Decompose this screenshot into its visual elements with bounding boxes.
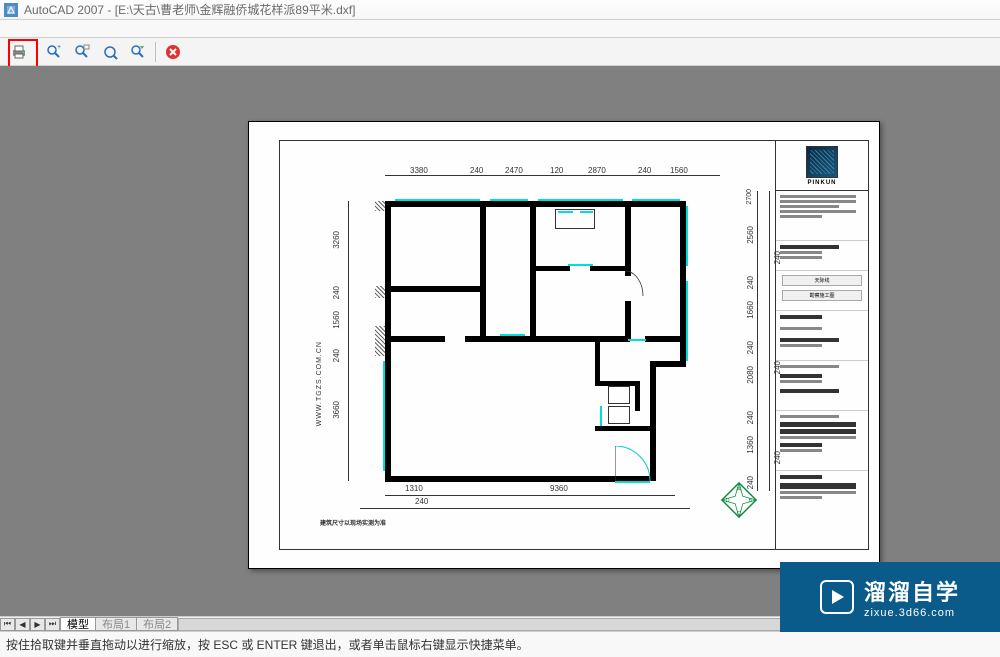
drawing-frame: PINKUN 天际线 勘察施工图 [279, 140, 869, 550]
tb-field: 天际线 [782, 275, 862, 286]
dim-text: 240 [638, 166, 651, 175]
dim-text: 240 [773, 361, 782, 374]
dim-text: 9360 [550, 484, 568, 493]
dim-text: 3660 [332, 401, 341, 419]
app-title: AutoCAD 2007 - [E:\天古\曹老师\金辉融侨城花样派89平米.d… [24, 1, 355, 18]
tb-field: 勘察施工图 [782, 290, 862, 301]
compass-icon: A B C D [720, 481, 758, 519]
logo-text: PINKUN [807, 180, 836, 186]
workspace[interactable]: PINKUN 天际线 勘察施工图 [0, 66, 1000, 616]
logo-image [806, 146, 838, 178]
logo-box: PINKUN [776, 141, 868, 191]
dim-text: 2700 [746, 189, 753, 205]
svg-text:+: + [57, 44, 61, 51]
drawing-paper: PINKUN 天际线 勘察施工图 [248, 121, 880, 569]
svg-text:D: D [726, 498, 730, 504]
dim-text: 240 [332, 286, 341, 299]
dim-text: 240 [415, 497, 428, 506]
dim-text: 240 [746, 341, 755, 354]
svg-text:A: A [737, 487, 741, 493]
tab-layout1[interactable]: 布局1 [95, 617, 137, 631]
dim-text: 1310 [405, 484, 423, 493]
menubar [0, 20, 1000, 38]
status-hint: 按住拾取键并垂直拖动以进行缩放，按 ESC 或 ENTER 键退出，或者单击鼠标… [6, 636, 529, 653]
tab-last-button[interactable]: ⏭ [45, 618, 60, 631]
dim-text: 240 [746, 411, 755, 424]
app-icon [4, 3, 18, 17]
print-button[interactable] [8, 41, 30, 63]
statusbar: 按住拾取键并垂直拖动以进行缩放，按 ESC 或 ENTER 键退出，或者单击鼠标… [0, 631, 1000, 657]
dim-text: 1360 [746, 436, 755, 454]
toolbar: + [0, 38, 1000, 66]
dim-text: 3260 [332, 231, 341, 249]
dim-text: 1560 [670, 166, 688, 175]
svg-text:B: B [749, 498, 753, 504]
tab-model[interactable]: 模型 [60, 617, 96, 631]
svg-text:C: C [737, 511, 741, 517]
side-url: WWW.TGZS.COM.CN [316, 341, 323, 426]
watermark: 溜溜自学 zixue.3d66.com [780, 562, 1000, 632]
watermark-title: 溜溜自学 [864, 575, 960, 607]
tab-prev-button[interactable]: ◀ [15, 618, 30, 631]
tab-first-button[interactable]: ⏮ [0, 618, 15, 631]
tab-layout2[interactable]: 布局2 [136, 617, 178, 631]
zoom-previous-button[interactable] [127, 41, 149, 63]
dim-text: 240 [746, 276, 755, 289]
title-block: PINKUN 天际线 勘察施工图 [775, 141, 868, 549]
watermark-url: zixue.3d66.com [864, 607, 960, 619]
zoom-window-button[interactable] [71, 41, 93, 63]
dim-text: 240 [773, 251, 782, 264]
dim-text: 120 [550, 166, 563, 175]
floorplan: 3380 240 2470 120 2870 240 1560 3260 240… [370, 201, 740, 531]
dim-text: 3380 [410, 166, 428, 175]
dim-text: 1660 [746, 301, 755, 319]
dim-text: 240 [773, 451, 782, 464]
zoom-extents-button[interactable] [99, 41, 121, 63]
footer-note: 建筑尺寸以现场实测为准 [320, 518, 386, 527]
dim-text: 2080 [746, 366, 755, 384]
dim-text: 2470 [505, 166, 523, 175]
tab-next-button[interactable]: ▶ [30, 618, 45, 631]
titlebar: AutoCAD 2007 - [E:\天古\曹老师\金辉融侨城花样派89平米.d… [0, 0, 1000, 20]
toolbar-separator [36, 42, 37, 62]
close-preview-button[interactable] [162, 41, 184, 63]
play-icon [820, 580, 854, 614]
dim-text: 240 [470, 166, 483, 175]
toolbar-separator [155, 42, 156, 62]
dim-text: 2870 [588, 166, 606, 175]
zoom-realtime-button[interactable]: + [43, 41, 65, 63]
dim-text: 2560 [746, 226, 755, 244]
dim-text: 1560 [332, 311, 341, 329]
dim-text: 240 [332, 349, 341, 362]
